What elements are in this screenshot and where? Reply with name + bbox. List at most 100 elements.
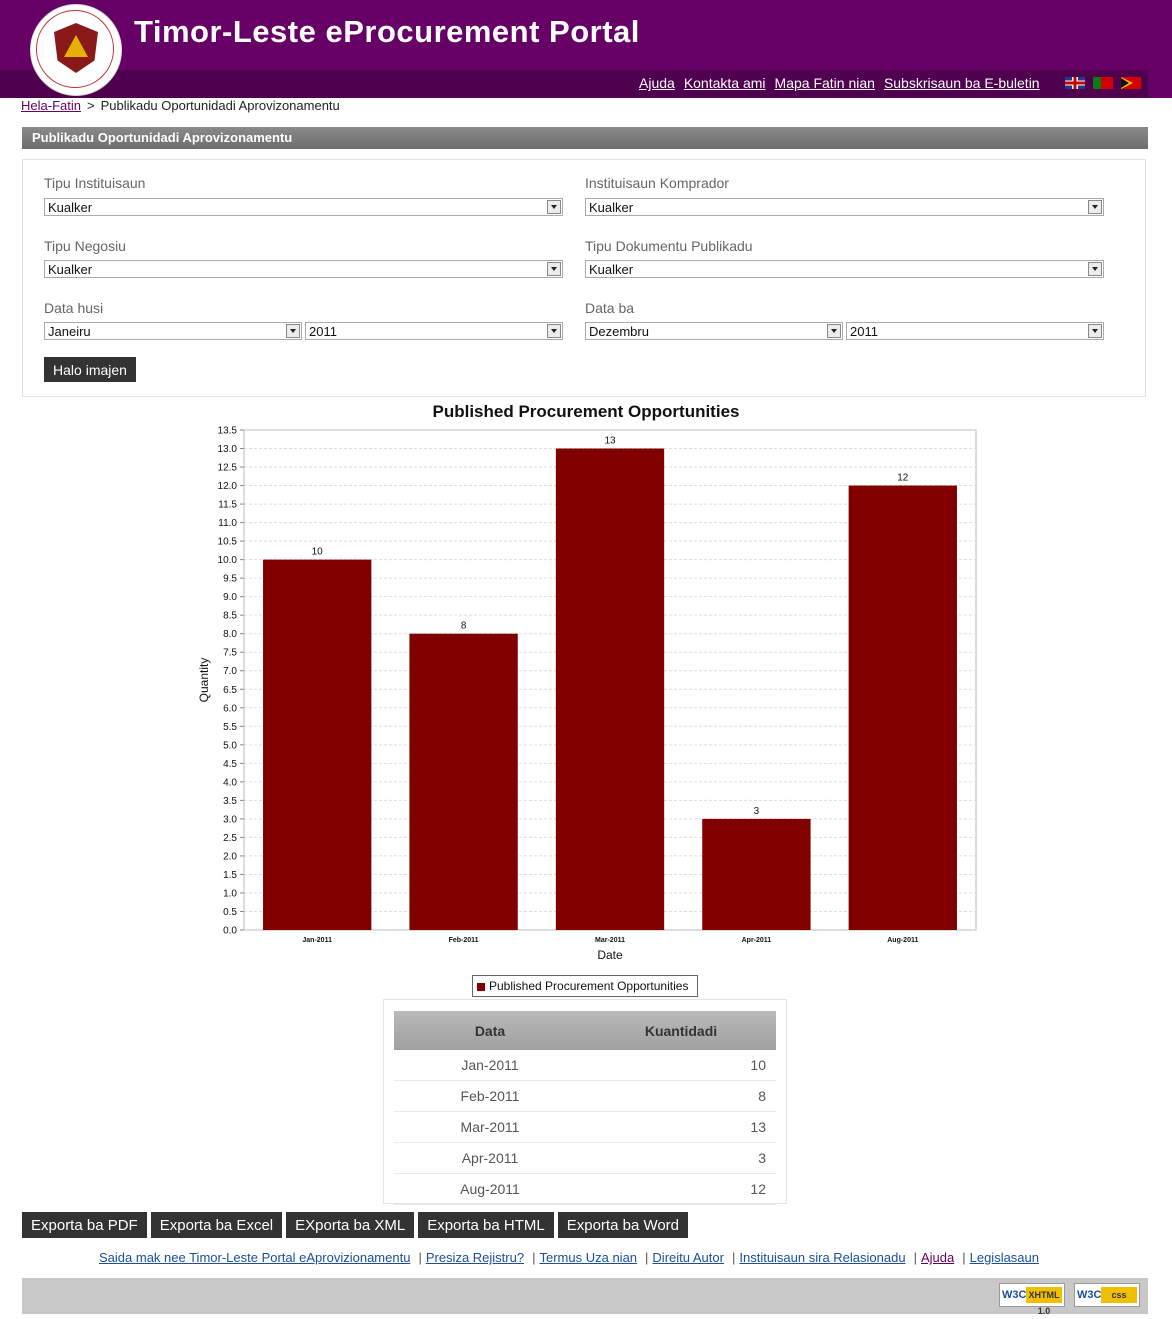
bar-value-label: 8 [461, 621, 467, 632]
y-tick-label: 3.5 [223, 796, 237, 807]
institution-type-value: Kualker [48, 200, 93, 215]
bar [409, 633, 518, 930]
footer-bar [22, 1278, 1148, 1314]
export-toolbar: Exporta ba PDF Exporta ba Excel EXporta … [22, 1212, 689, 1238]
dropdown-arrow-icon[interactable] [286, 324, 300, 338]
export-html-button[interactable]: Exporta ba HTML [418, 1212, 554, 1238]
footer-link-about[interactable]: Saida mak nee Timor-Leste Portal eAprovi… [99, 1250, 410, 1265]
language-flags [1065, 77, 1141, 89]
table-header-row: Data Kuantidadi [394, 1011, 776, 1050]
dropdown-arrow-icon[interactable] [827, 324, 841, 338]
date-from-month-select[interactable]: Janeiru [44, 322, 302, 340]
y-tick-label: 8.0 [223, 629, 237, 640]
footer-separator: | [731, 1250, 736, 1265]
y-tick-label: 13.5 [218, 426, 238, 437]
export-excel-button[interactable]: Exporta ba Excel [150, 1212, 283, 1238]
breadcrumb-current: Publikadu Oportunidadi Aprovizonamentu [100, 98, 340, 113]
column-header-date: Data [394, 1011, 586, 1050]
business-type-select[interactable]: Kualker [44, 260, 563, 278]
y-tick-label: 9.0 [223, 592, 237, 603]
date-to-year-value: 2011 [850, 324, 878, 339]
x-tick-label: Aug-2011 [887, 937, 918, 944]
dropdown-arrow-icon[interactable] [1088, 262, 1102, 276]
footer-link-copyright[interactable]: Direitu Autor [652, 1250, 724, 1265]
top-link-help[interactable]: Ajuda [639, 75, 675, 91]
x-tick-label: Apr-2011 [742, 937, 772, 944]
buying-institution-value: Kualker [589, 200, 634, 215]
flag-pt-icon[interactable] [1093, 77, 1113, 89]
date-from-month-value: Janeiru [48, 324, 91, 339]
table-row: Aug-2011 12 [394, 1173, 776, 1205]
w3c-xhtml-badge[interactable]: W3C XHTML 1.0 [999, 1283, 1065, 1316]
date-to-year-select[interactable]: 2011 [846, 322, 1104, 340]
bar-value-label: 3 [754, 806, 760, 817]
dropdown-arrow-icon[interactable] [547, 262, 561, 276]
date-from-label: Data husi [44, 300, 104, 316]
data-table-panel: Data Kuantidadi Jan-2011 10 Feb-2011 8 M… [383, 999, 787, 1205]
cell-date: Jan-2011 [394, 1050, 586, 1081]
rdtl-seal-logo[interactable] [31, 5, 121, 95]
dropdown-arrow-icon[interactable] [1088, 200, 1102, 214]
breadcrumb-separator: > [86, 98, 95, 113]
bar [263, 559, 372, 930]
top-link-sitemap[interactable]: Mapa Fatin nian [775, 75, 875, 91]
footer-link-help[interactable]: Ajuda [921, 1250, 954, 1265]
document-type-select[interactable]: Kualker [585, 260, 1104, 278]
dropdown-arrow-icon[interactable] [547, 200, 561, 214]
table-row: Apr-2011 3 [394, 1142, 776, 1174]
bar [848, 485, 957, 930]
chart-legend: Published Procurement Opportunities [472, 975, 698, 997]
footer-link-terms[interactable]: Termus Uza nian [539, 1250, 637, 1265]
breadcrumb-home[interactable]: Hela-Fatin [21, 98, 81, 113]
y-tick-label: 1.5 [223, 870, 237, 881]
export-xml-button[interactable]: EXporta ba XML [286, 1212, 415, 1238]
institution-type-label: Tipu Instituisaun [44, 175, 146, 191]
date-to-label: Data ba [585, 300, 635, 316]
footer-link-legislation[interactable]: Legislasaun [970, 1250, 1039, 1265]
buying-institution-select[interactable]: Kualker [585, 198, 1104, 216]
cell-date: Aug-2011 [394, 1173, 586, 1205]
x-tick-label: Feb-2011 [449, 937, 479, 944]
y-tick-label: 11.0 [218, 518, 237, 529]
flag-uk-icon[interactable] [1065, 77, 1085, 89]
y-tick-label: 9.5 [223, 574, 237, 585]
w3c-css-badge[interactable]: W3C css [1074, 1283, 1140, 1307]
cell-date: Mar-2011 [394, 1111, 586, 1143]
top-link-subscribe[interactable]: Subskrisaun ba E-buletin [884, 75, 1040, 91]
export-pdf-button[interactable]: Exporta ba PDF [22, 1212, 147, 1238]
date-to-month-select[interactable]: Dezembru [585, 322, 843, 340]
w3c-xhtml-label: XHTML 1.0 [1026, 1287, 1062, 1316]
footer-link-related[interactable]: Instituisaun sira Relasionadu [739, 1250, 905, 1265]
x-tick-label: Mar-2011 [595, 937, 625, 944]
y-axis-title: Quantity [197, 658, 211, 703]
x-axis-title: Date [597, 948, 623, 962]
filter-panel [22, 159, 1146, 397]
footer-nav: Saida mak nee Timor-Leste Portal eAprovi… [99, 1250, 1039, 1265]
export-word-button[interactable]: Exporta ba Word [557, 1212, 689, 1238]
bar-value-label: 12 [897, 473, 909, 484]
y-tick-label: 12.5 [218, 463, 238, 474]
y-tick-label: 2.5 [223, 833, 237, 844]
site-header: Timor-Leste eProcurement Portal Ajuda Ko… [0, 0, 1172, 98]
x-tick-label: Jan-2011 [302, 937, 332, 944]
cell-quantity: 10 [586, 1050, 776, 1081]
table-row: Mar-2011 13 [394, 1111, 776, 1143]
y-tick-label: 5.5 [223, 722, 237, 733]
dropdown-arrow-icon[interactable] [1088, 324, 1102, 338]
y-tick-label: 11.5 [218, 500, 237, 511]
footer-link-register[interactable]: Presiza Rejistru? [426, 1250, 524, 1265]
w3c-css-label: css [1101, 1287, 1137, 1303]
institution-type-select[interactable]: Kualker [44, 198, 563, 216]
date-from-year-select[interactable]: 2011 [305, 322, 563, 340]
cell-quantity: 13 [586, 1111, 776, 1143]
date-to-month-value: Dezembru [589, 324, 649, 339]
cell-quantity: 12 [586, 1173, 776, 1205]
generate-image-button[interactable]: Halo imajen [44, 357, 136, 382]
dropdown-arrow-icon[interactable] [547, 324, 561, 338]
y-tick-label: 0.5 [223, 907, 237, 918]
flag-tl-icon[interactable] [1121, 77, 1141, 89]
y-tick-label: 13.0 [218, 444, 238, 455]
top-link-contact[interactable]: Kontakta ami [684, 75, 766, 91]
legend-label: Published Procurement Opportunities [489, 979, 689, 993]
breadcrumb: Hela-Fatin > Publikadu Oportunidadi Aprovi… [21, 98, 340, 113]
